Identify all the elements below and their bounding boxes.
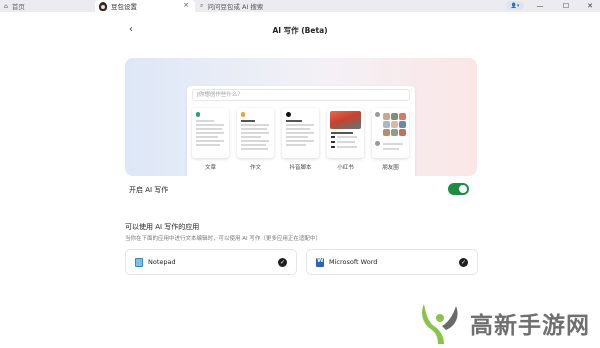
photo-thumb-image: [399, 129, 406, 136]
photo-thumb-image: [383, 113, 390, 120]
search-icon: ⌕: [200, 2, 204, 9]
photo-thumb-image: [391, 129, 398, 136]
hero-prompt-box: |你想创作些什么？: [192, 89, 410, 101]
watermark: 高新手游网: [418, 298, 600, 348]
ai-writing-toggle[interactable]: [448, 183, 469, 195]
essay-icon: [241, 112, 245, 117]
template-card-douyin-script: [282, 108, 319, 158]
doubao-avatar-icon: [99, 1, 107, 11]
template-label: 作文: [249, 165, 261, 171]
close-window-button[interactable]: ✕: [580, 0, 600, 12]
settings-window: ⌂ 首页 豆包设置 × ⌕ 问问豆包或 AI 搜索 👤▾ — ☐ ✕ ‹ AI …: [0, 0, 600, 348]
app-name: Microsoft Word: [329, 258, 378, 266]
watermark-logo-icon: [422, 304, 458, 344]
maximize-button[interactable]: ☐: [556, 0, 576, 12]
close-tab-icon[interactable]: ×: [183, 1, 189, 9]
template-label: 朋友圈: [382, 165, 399, 171]
ai-writing-toggle-label: 开启 AI 写作: [129, 186, 169, 194]
app-name: Notepad: [148, 258, 176, 266]
minimize-button[interactable]: —: [530, 0, 550, 12]
template-label: 文章: [204, 165, 216, 171]
hero-preview-panel: |你想创作些什么？ 文章 作文 抖音脚本 小红书 朋友圈: [187, 86, 415, 176]
template-label: 小红书: [337, 165, 354, 171]
apps-section-title: 可以使用 AI 写作的应用: [125, 223, 200, 231]
template-label: 抖音脚本: [289, 165, 312, 171]
template-card-moments: [372, 108, 409, 158]
notepad-icon: [135, 258, 143, 267]
page-title: AI 写作 (Beta): [272, 26, 328, 35]
photo-thumb-image: [383, 121, 390, 128]
moments-avatar-icon: [375, 112, 380, 117]
photo-thumb-image: [391, 121, 398, 128]
tab-settings-label: 豆包设置: [111, 3, 137, 11]
hero-prompt-text: 你想创作些什么？: [198, 92, 243, 98]
toggle-knob: [459, 185, 467, 193]
template-card-article: [192, 108, 229, 158]
photo-thumb-image: [383, 129, 390, 136]
douyin-icon: [286, 112, 291, 117]
checkmark-icon[interactable]: ✓: [278, 258, 287, 267]
hero-banner: |你想创作些什么？ 文章 作文 抖音脚本 小红书 朋友圈: [125, 58, 477, 176]
tab-bar: ⌂ 首页 豆包设置 × ⌕ 问问豆包或 AI 搜索 👤▾ — ☐ ✕: [0, 0, 600, 12]
app-item-notepad[interactable]: Notepad ✓: [125, 249, 297, 275]
tab-search[interactable]: ⌕ 问问豆包或 AI 搜索: [196, 0, 306, 12]
tab-settings[interactable]: 豆包设置 ×: [95, 0, 195, 12]
template-card-xiaohongshu: [327, 108, 364, 158]
word-icon: [316, 257, 324, 267]
tab-home[interactable]: ⌂ 首页: [0, 0, 94, 12]
user-menu-button[interactable]: 👤▾: [506, 1, 524, 10]
template-card-essay: [237, 108, 274, 158]
article-icon: [196, 112, 200, 117]
tab-home-label: 首页: [11, 3, 25, 11]
watermark-text: 高新手游网: [470, 313, 590, 339]
checkmark-icon[interactable]: ✓: [459, 258, 468, 267]
moments-avatar-icon: [375, 141, 380, 146]
sunset-photo-image: [330, 111, 361, 129]
photo-thumb-image: [391, 113, 398, 120]
photo-thumb-image: [399, 121, 406, 128]
home-icon: ⌂: [4, 2, 8, 10]
photo-thumb-image: [399, 113, 406, 120]
app-item-word[interactable]: Microsoft Word ✓: [306, 249, 478, 275]
apps-section-subtitle: 当你在下面的应用中进行文本编辑时，可以使用 AI 写作（更多应用正在适配中）: [125, 236, 321, 242]
template-cards: 文章 作文 抖音脚本 小红书 朋友圈: [192, 108, 412, 174]
tab-search-label: 问问豆包或 AI 搜索: [207, 3, 264, 11]
